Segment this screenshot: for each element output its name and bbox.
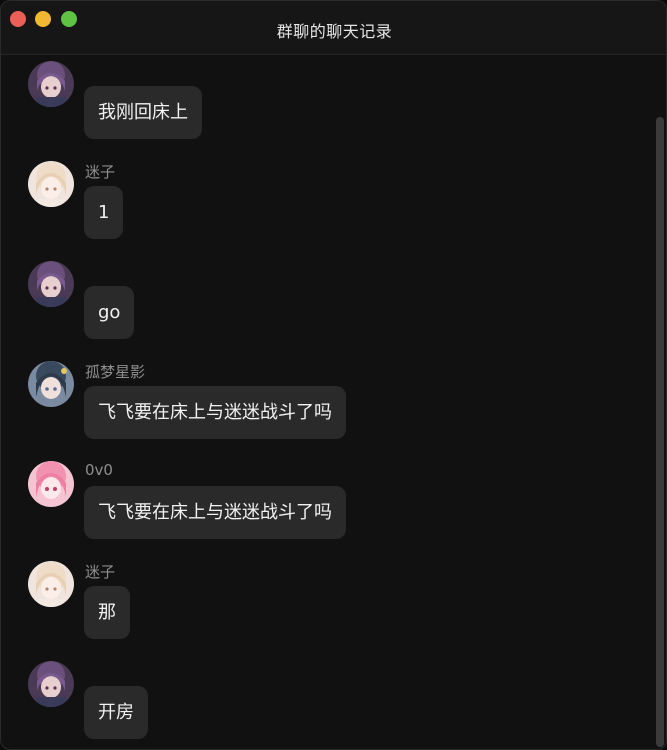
message-list[interactable]: 我刚回床上 迷子 1 go 孤梦星影 飞飞要在床上与迷迷战斗了吗 0v0 飞飞要…	[1, 56, 653, 749]
title-bar: 群聊的聊天记录	[1, 1, 666, 55]
purple-hair-avatar-icon[interactable]	[28, 61, 74, 107]
blonde-hair-avatar-icon[interactable]	[28, 561, 74, 607]
message-bubble[interactable]: 飞飞要在床上与迷迷战斗了吗	[84, 486, 346, 539]
message-item: 开房	[1, 656, 641, 749]
scrollbar-thumb[interactable]	[656, 117, 664, 747]
message-item: 孤梦星影 飞飞要在床上与迷迷战斗了吗	[1, 356, 641, 456]
sender-name: 孤梦星影	[85, 363, 146, 381]
message-item: 迷子 那	[1, 556, 641, 656]
purple-hair-avatar-icon[interactable]	[28, 661, 74, 707]
message-item: 0v0 飞飞要在床上与迷迷战斗了吗	[1, 456, 641, 556]
pink-hair-avatar-icon[interactable]	[28, 461, 74, 507]
message-bubble[interactable]: 开房	[84, 686, 148, 739]
sender-name: 0v0	[85, 461, 113, 479]
message-item: 我刚回床上	[1, 56, 641, 156]
purple-hair-avatar-icon[interactable]	[28, 261, 74, 307]
message-item: go	[1, 256, 641, 356]
window-title: 群聊的聊天记录	[276, 22, 393, 41]
sender-name: 迷子	[85, 563, 116, 581]
sender-name: 迷子	[85, 163, 116, 181]
message-bubble[interactable]: 飞飞要在床上与迷迷战斗了吗	[84, 386, 346, 439]
dark-hair-avatar-icon[interactable]	[28, 361, 74, 407]
message-bubble[interactable]: 那	[84, 586, 130, 639]
blonde-hair-avatar-icon[interactable]	[28, 161, 74, 207]
message-item: 迷子 1	[1, 156, 641, 256]
message-bubble[interactable]: go	[84, 286, 135, 339]
message-bubble[interactable]: 我刚回床上	[84, 86, 202, 139]
chat-history-window: 群聊的聊天记录 我刚回床上 迷子 1 go 孤梦星影 飞飞要在床上与迷迷战斗了吗…	[0, 0, 667, 750]
message-bubble[interactable]: 1	[84, 186, 124, 239]
